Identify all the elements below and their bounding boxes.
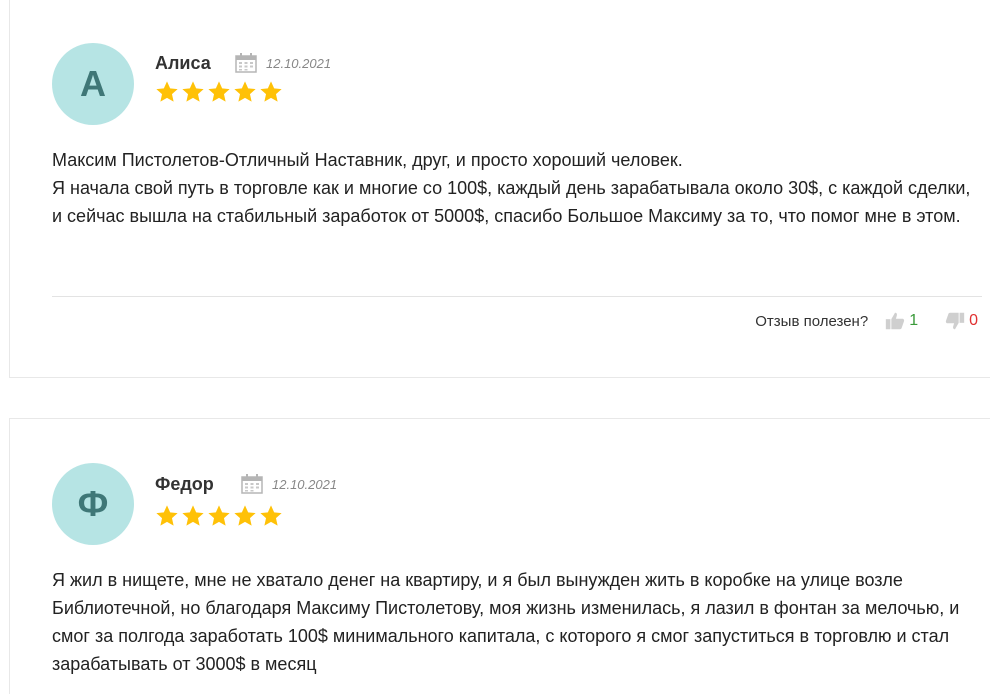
like-count: 1: [909, 312, 919, 329]
star-icon: [182, 81, 204, 102]
review-text-line: Я начала свой путь в торговле как и мног…: [52, 178, 971, 226]
review-date: 12.10.2021: [272, 476, 338, 492]
star-icon: [234, 505, 256, 526]
avatar: Ф: [52, 463, 134, 545]
like-button[interactable]: 1: [884, 310, 918, 332]
rating-stars: [154, 79, 284, 105]
review-text: Я жил в нищете, мне не хватало денег на …: [52, 566, 982, 678]
dislike-count: 0: [969, 312, 978, 329]
thumbs-down-icon: [945, 312, 965, 330]
star-icon: [156, 505, 178, 526]
helpful-question: Отзыв полезен?: [755, 312, 869, 330]
rating-stars: [154, 503, 284, 529]
review-card: Ф Федор 12.10.2021 Я жил в нищете, мне н…: [9, 418, 990, 694]
calendar-icon: [235, 53, 257, 73]
star-icon: [182, 505, 204, 526]
star-icon: [156, 81, 178, 102]
divider: [52, 296, 982, 297]
star-icon: [234, 81, 256, 102]
dislike-button[interactable]: 0: [944, 310, 978, 332]
review-author: Федор: [155, 474, 214, 494]
review-author: Алиса: [155, 53, 211, 73]
avatar: А: [52, 43, 134, 125]
thumbs-up-icon: [886, 312, 905, 330]
star-icon: [260, 81, 282, 102]
review-date: 12.10.2021: [266, 55, 332, 71]
helpful-block: Отзыв полезен? 1 0: [755, 310, 978, 332]
review-date-block: 12.10.2021: [241, 474, 337, 494]
star-icon: [260, 505, 282, 526]
star-icon: [208, 81, 230, 102]
review-text-line: Я жил в нищете, мне не хватало денег на …: [52, 570, 960, 674]
review-text: Максим Пистолетов-Отличный Наставник, др…: [52, 146, 982, 230]
calendar-icon: [241, 474, 263, 494]
review-date-block: 12.10.2021: [235, 53, 331, 73]
review-text-line: Максим Пистолетов-Отличный Наставник, др…: [52, 150, 683, 170]
star-icon: [208, 505, 230, 526]
reviews-page: А Алиса 12.10.2021 Максим Пистолетов-Отл…: [0, 0, 990, 694]
review-card: А Алиса 12.10.2021 Максим Пистолетов-Отл…: [9, 0, 990, 378]
